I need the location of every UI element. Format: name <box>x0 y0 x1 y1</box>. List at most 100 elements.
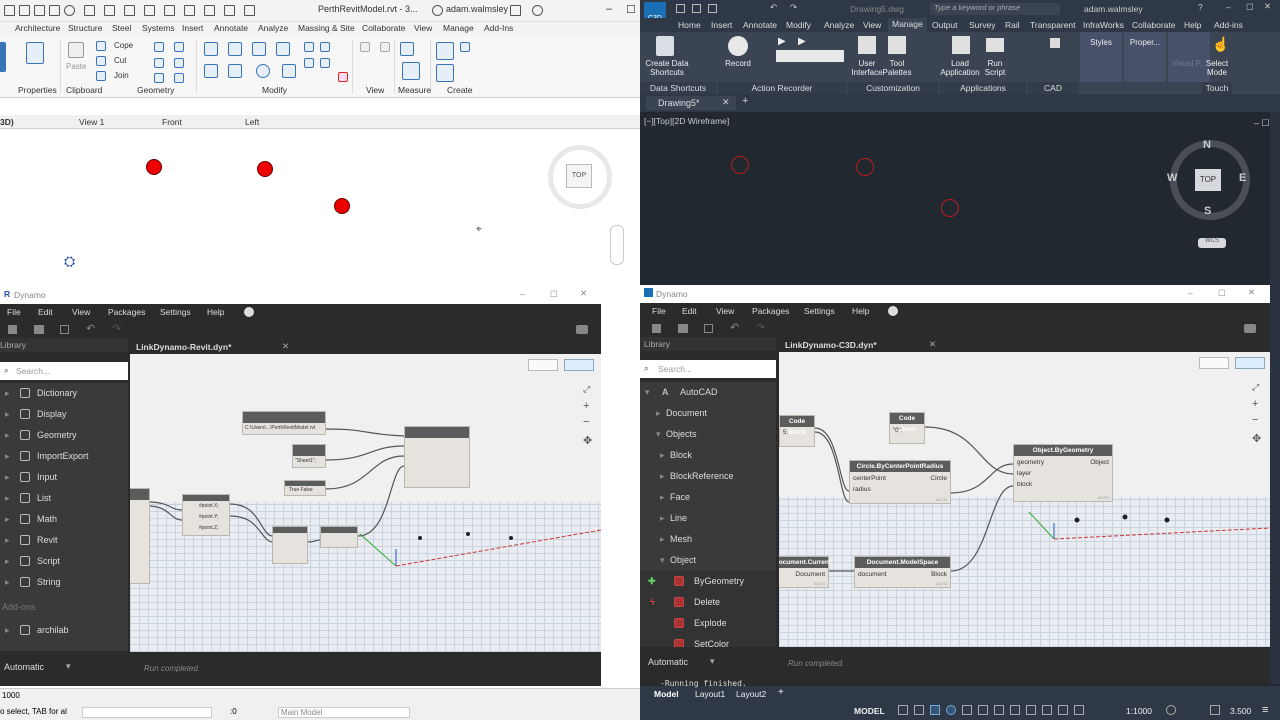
close-tab-icon[interactable]: ✕ <box>722 97 730 108</box>
trim-icon[interactable] <box>282 64 296 78</box>
offset-icon[interactable] <box>228 42 242 56</box>
library-item-geometry[interactable]: ▸ Geometry <box>0 425 128 446</box>
minimize-icon[interactable]: – <box>1226 2 1231 12</box>
library-search[interactable]: ⌕ Search... <box>640 360 776 378</box>
maximize-icon[interactable]: ☐ <box>626 3 636 16</box>
units-icon[interactable] <box>1210 705 1220 715</box>
dimension-icon[interactable] <box>402 62 420 80</box>
screenshot-icon[interactable] <box>576 325 588 334</box>
c3d-user-name[interactable]: adam.walmsley <box>1084 4 1143 14</box>
menu-help[interactable]: Help <box>852 306 869 316</box>
output-port-document[interactable]: Document <box>795 571 825 578</box>
geometry-tool-icon[interactable] <box>174 42 184 52</box>
geometry-tool-icon[interactable] <box>154 58 164 68</box>
library-item-autocad[interactable]: ▾ A AutoCAD <box>640 382 776 403</box>
annotation-scale-value[interactable]: 1:1000 <box>1126 706 1152 716</box>
customize-menu-icon[interactable]: ≡ <box>1262 704 1268 716</box>
tab-add-ins[interactable]: Add-Ins <box>484 23 513 33</box>
transparency-toggle-icon[interactable] <box>994 705 1004 715</box>
print-icon[interactable] <box>64 5 75 16</box>
menu-settings[interactable]: Settings <box>804 306 835 316</box>
geometry-tool-icon[interactable] <box>174 58 184 68</box>
compass-north[interactable]: N <box>1203 139 1211 151</box>
undo-icon[interactable]: ↶ <box>730 321 739 334</box>
library-item-object[interactable]: ▾ Object <box>640 550 776 571</box>
lineweight-toggle-icon[interactable] <box>978 705 988 715</box>
geometry-tool-icon[interactable] <box>154 73 164 83</box>
styles-button[interactable]: Styles <box>1084 38 1118 47</box>
geometry-view-toggle[interactable] <box>528 359 558 371</box>
zoom-fit-icon[interactable]: ⤢ <box>583 384 590 395</box>
input-port-radius[interactable]: radius <box>853 486 871 493</box>
section-icon[interactable] <box>164 5 175 16</box>
library-item-importexport[interactable]: ▸ ImportExport <box>0 446 128 467</box>
view-tab-front[interactable]: Front <box>162 117 182 127</box>
snap-toggle-icon[interactable] <box>914 705 924 715</box>
view-tab-left[interactable]: Left <box>245 117 259 127</box>
tab-survey[interactable]: Survey <box>969 20 995 30</box>
cope-button[interactable]: Cope <box>114 41 133 50</box>
create-assembly-icon[interactable] <box>436 42 454 60</box>
annotation-scale-icon[interactable] <box>1074 705 1084 715</box>
redo-icon[interactable]: ↷ <box>790 2 797 13</box>
scale-icon[interactable] <box>304 58 314 68</box>
library-item-document[interactable]: ▸ Document <box>640 403 776 424</box>
library-item-block[interactable]: ▸ Block <box>640 445 776 466</box>
close-icon[interactable]: ✕ <box>580 288 587 299</box>
menu-edit[interactable]: Edit <box>682 306 697 316</box>
geometry-view-toggle[interactable] <box>1199 357 1229 369</box>
layout-tab-model[interactable]: Model <box>654 689 679 699</box>
save-icon[interactable] <box>708 4 717 13</box>
tab-analyze[interactable]: Analyze <box>258 23 288 33</box>
library-item-math[interactable]: ▸ Math <box>0 509 128 530</box>
new-file-icon[interactable] <box>8 325 17 334</box>
output-port-block[interactable]: Block <box>931 571 947 578</box>
command-line[interactable]: -Running finished. <box>660 679 747 688</box>
tab-architecture[interactable]: Architecture <box>15 23 60 33</box>
compass-east[interactable]: E <box>1239 172 1246 184</box>
compass-south[interactable]: S <box>1204 205 1211 217</box>
data-shortcuts-icon[interactable] <box>656 36 674 56</box>
red-point-sphere[interactable] <box>334 198 350 214</box>
array-icon[interactable] <box>320 42 330 52</box>
tab-help[interactable]: Help <box>1184 20 1201 30</box>
c3d-side-toolbar[interactable] <box>1270 112 1280 684</box>
menu-file[interactable]: File <box>652 306 666 316</box>
thin-lines-icon[interactable] <box>184 5 195 16</box>
graph-view-toggle[interactable] <box>1235 357 1265 369</box>
align-icon[interactable] <box>204 42 218 56</box>
undo-icon[interactable] <box>34 5 45 16</box>
help-icon[interactable]: ? <box>1198 2 1203 12</box>
red-point-sphere[interactable] <box>257 161 273 177</box>
minimize-icon[interactable]: – <box>1188 288 1193 298</box>
create-group-icon[interactable] <box>460 42 470 52</box>
c3d-viewcube[interactable]: N S E W TOP <box>1167 139 1250 220</box>
viewcube-top-face[interactable]: TOP <box>566 164 592 188</box>
library-item-string[interactable]: ▸ String <box>0 572 128 593</box>
tab-analyze[interactable]: Analyze <box>824 20 854 30</box>
red-point-sphere[interactable] <box>146 159 162 175</box>
drawn-circle[interactable] <box>856 158 874 176</box>
input-port-document[interactable]: document <box>858 571 887 578</box>
library-item-display[interactable]: ▸ Display <box>0 404 128 425</box>
zoom-out-icon[interactable]: − <box>1252 414 1258 426</box>
dynamo-canvas[interactable]: C:\Users\...\PerthRevitModel.rvt "Sheet1… <box>130 354 601 652</box>
library-item-input[interactable]: ▸ Input <box>0 467 128 488</box>
move-icon[interactable] <box>204 64 218 78</box>
viewport-controls[interactable]: [−][Top][2D Wireframe] <box>644 116 729 126</box>
input-port-centerpoint[interactable]: centerPoint <box>853 475 886 482</box>
library-item-dictionary[interactable]: ▸ Dictionary <box>0 383 128 404</box>
menu-help[interactable]: Help <box>207 307 224 317</box>
output-port-object[interactable]: Object <box>1090 459 1109 466</box>
sheet-code-block-node[interactable]: "Sheet1"; <box>292 444 326 468</box>
tab-structure[interactable]: Structure <box>68 23 103 33</box>
tab-massing-site[interactable]: Massing & Site <box>298 23 355 33</box>
polar-toggle-icon[interactable] <box>946 705 956 715</box>
open-file-icon[interactable] <box>34 325 44 334</box>
circle-bycenterpointradius-node[interactable]: Circle.ByCenterPointRadius centerPoint r… <box>849 460 951 504</box>
layer-code-block-node[interactable]: Code Block "0"; <box>889 412 925 444</box>
save-icon[interactable] <box>19 5 30 16</box>
library-search[interactable]: ⌕ Search... <box>0 362 128 380</box>
cart-icon[interactable] <box>510 5 521 16</box>
pause-icon[interactable]: ▶ <box>798 36 806 47</box>
